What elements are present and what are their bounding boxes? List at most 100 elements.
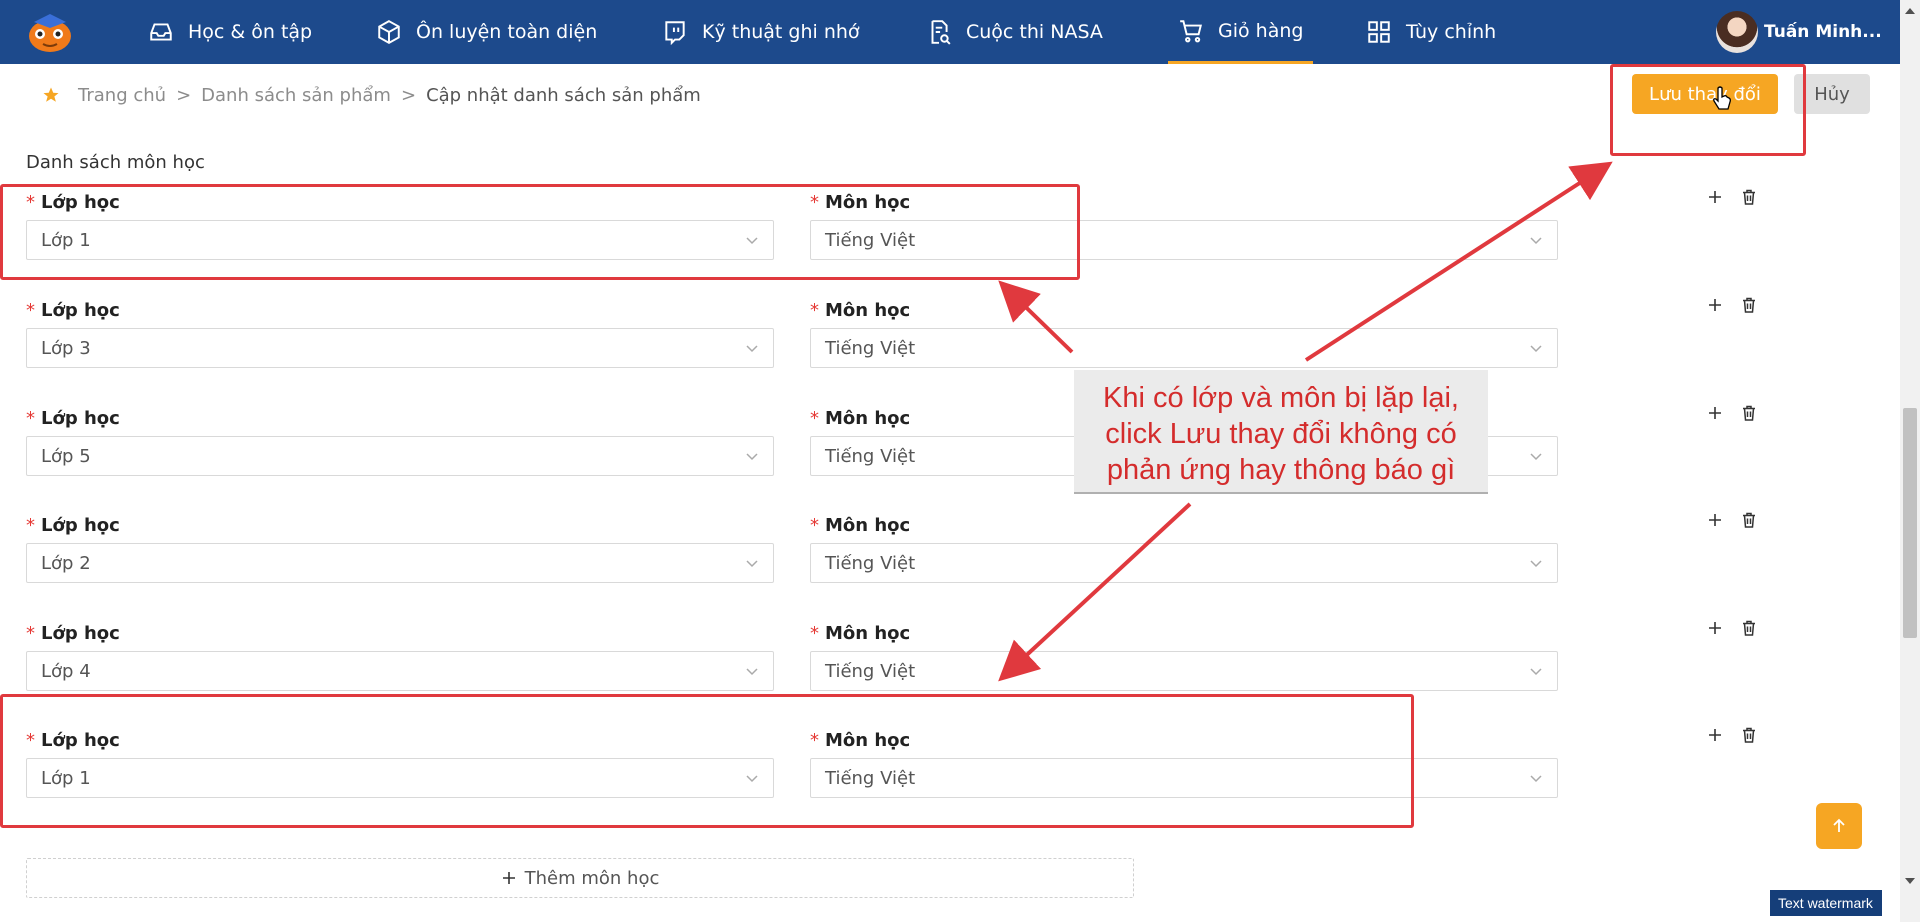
annotation-callout: Khi có lớp và môn bị lặp lại, click Lưu …	[1074, 370, 1488, 494]
class-select[interactable]: Lớp 1	[26, 220, 774, 260]
row-actions	[1706, 726, 1758, 744]
subject-select[interactable]: Tiếng Việt	[810, 758, 1558, 798]
required-mark: *	[26, 730, 35, 751]
plus-icon[interactable]	[1706, 404, 1724, 422]
plus-icon[interactable]	[1706, 188, 1724, 206]
trash-icon[interactable]	[1740, 296, 1758, 314]
user-menu[interactable]: Tuấn Minh...	[1716, 10, 1882, 54]
subject-select-value: Tiếng Việt	[825, 337, 916, 359]
plus-icon	[502, 872, 515, 884]
trash-icon[interactable]	[1740, 188, 1758, 206]
plus-icon[interactable]	[1706, 511, 1724, 529]
required-mark: *	[810, 300, 819, 321]
chevron-down-icon	[1530, 237, 1542, 245]
subject-row: * Lớp học Lớp 1 * Môn học Tiếng Việt	[0, 727, 1800, 830]
nav-item-label: Kỹ thuật ghi nhớ	[702, 21, 860, 43]
subject-label: * Môn học	[810, 192, 910, 213]
class-label: * Lớp học	[26, 192, 120, 213]
plus-icon[interactable]	[1706, 296, 1724, 314]
chevron-down-icon	[746, 237, 758, 245]
class-label-text: Lớp học	[41, 515, 120, 536]
scrollbar-thumb[interactable]	[1903, 408, 1917, 638]
subject-select[interactable]: Tiếng Việt	[810, 328, 1558, 368]
row-actions	[1706, 188, 1758, 206]
class-label: * Lớp học	[26, 515, 120, 536]
user-name: Tuấn Minh...	[1764, 22, 1882, 42]
cancel-button[interactable]: Hủy	[1794, 74, 1870, 114]
nav-item-hoc-on-tap[interactable]: Học & ôn tập	[148, 0, 312, 64]
subject-label-text: Môn học	[825, 192, 911, 213]
subject-row: * Lớp học Lớp 3 * Môn học Tiếng Việt	[0, 297, 1800, 400]
chevron-down-icon	[746, 775, 758, 783]
twitch-icon	[665, 21, 685, 45]
star-icon	[43, 87, 59, 102]
subject-select[interactable]: Tiếng Việt	[810, 651, 1558, 691]
nav-item-cuoc-thi-nasa[interactable]: Cuộc thi NASA	[926, 0, 1103, 64]
required-mark: *	[810, 623, 819, 644]
breadcrumb-list-link[interactable]: Danh sách sản phẩm	[201, 85, 391, 106]
class-label-text: Lớp học	[41, 408, 120, 429]
trash-icon[interactable]	[1740, 619, 1758, 637]
subject-select-value: Tiếng Việt	[825, 229, 916, 251]
app-logo-icon[interactable]	[26, 10, 74, 54]
class-select-value: Lớp 5	[41, 445, 91, 467]
subject-label-text: Môn học	[825, 623, 911, 644]
subject-select[interactable]: Tiếng Việt	[810, 543, 1558, 583]
subject-label-text: Môn học	[825, 730, 911, 751]
trash-icon[interactable]	[1740, 726, 1758, 744]
nav-item-label: Tùy chỉnh	[1406, 21, 1497, 43]
scroll-down-arrow-icon[interactable]	[1904, 876, 1916, 886]
add-subject-button[interactable]: Thêm môn học	[26, 858, 1134, 898]
class-select-value: Lớp 1	[41, 229, 91, 251]
subject-label-text: Môn học	[825, 300, 911, 321]
class-select[interactable]: Lớp 4	[26, 651, 774, 691]
class-select[interactable]: Lớp 2	[26, 543, 774, 583]
subject-row: * Lớp học Lớp 5 * Môn học Tiếng Việt	[0, 405, 1800, 508]
chevron-down-icon	[1530, 345, 1542, 353]
class-select[interactable]: Lớp 3	[26, 328, 774, 368]
trash-icon[interactable]	[1740, 511, 1758, 529]
breadcrumb-separator: >	[176, 84, 192, 106]
trash-icon[interactable]	[1740, 404, 1758, 422]
class-select[interactable]: Lớp 1	[26, 758, 774, 798]
watermark: Text watermark	[1770, 890, 1882, 916]
class-label-text: Lớp học	[41, 623, 120, 644]
nav-item-tuy-chinh[interactable]: Tùy chỉnh	[1366, 0, 1496, 64]
subject-row: * Lớp học Lớp 4 * Môn học Tiếng Việt	[0, 620, 1800, 723]
required-mark: *	[810, 730, 819, 751]
subject-select-value: Tiếng Việt	[825, 660, 916, 682]
row-actions	[1706, 619, 1758, 637]
subject-select-value: Tiếng Việt	[825, 767, 916, 789]
cube-icon	[378, 20, 400, 44]
row-actions	[1706, 296, 1758, 314]
class-select[interactable]: Lớp 5	[26, 436, 774, 476]
chevron-down-icon	[746, 345, 758, 353]
subject-label: * Môn học	[810, 408, 910, 429]
class-label-text: Lớp học	[41, 192, 120, 213]
chevron-down-icon	[746, 453, 758, 461]
breadcrumb-home-link[interactable]: Trang chủ	[78, 85, 166, 106]
save-changes-button[interactable]: Lưu thay đổi	[1632, 74, 1778, 114]
breadcrumb-current: Cập nhật danh sách sản phẩm	[426, 84, 701, 106]
required-mark: *	[810, 408, 819, 429]
row-actions	[1706, 404, 1758, 422]
top-navigation-bar: Học & ôn tập Ôn luyện toàn diện Kỹ thuật…	[0, 0, 1900, 64]
plus-icon[interactable]	[1706, 726, 1724, 744]
hand-cursor-icon	[1713, 86, 1731, 110]
subject-select-value: Tiếng Việt	[825, 552, 916, 574]
chevron-down-icon	[1530, 775, 1542, 783]
arrow-up-icon	[1833, 818, 1845, 832]
plus-icon[interactable]	[1706, 619, 1724, 637]
required-mark: *	[810, 192, 819, 213]
nav-item-gio-hang[interactable]: Giỏ hàng	[1168, 0, 1314, 64]
nav-item-on-luyen-toan-dien[interactable]: Ôn luyện toàn diện	[376, 0, 597, 64]
subject-select[interactable]: Tiếng Việt	[810, 220, 1558, 260]
section-title: Danh sách môn học	[26, 152, 205, 173]
scroll-up-arrow-icon[interactable]	[1904, 6, 1916, 16]
annotation-line: phản ứng hay thông báo gì	[1106, 454, 1456, 486]
class-label: * Lớp học	[26, 730, 120, 751]
back-to-top-button[interactable]	[1816, 803, 1862, 849]
nav-item-ky-thuat-ghi-nho[interactable]: Kỹ thuật ghi nhớ	[662, 0, 860, 64]
required-mark: *	[26, 408, 35, 429]
shopping-cart-icon	[1180, 19, 1202, 42]
